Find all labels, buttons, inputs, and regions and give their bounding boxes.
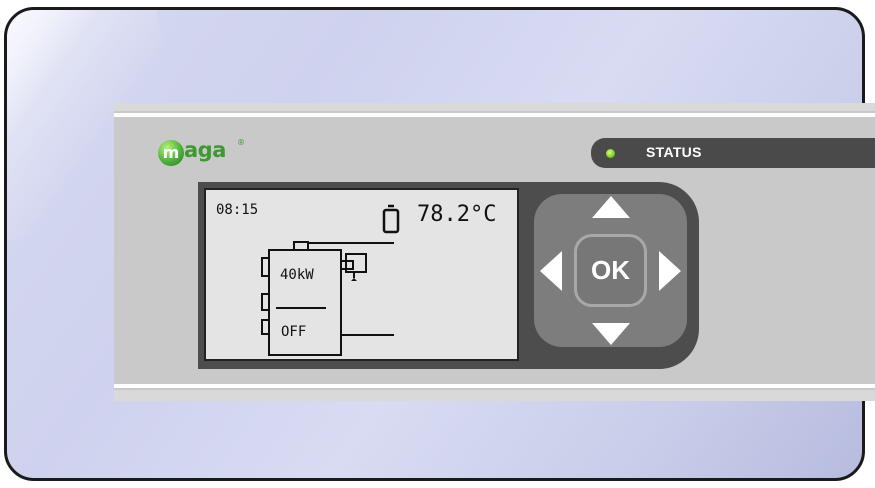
registered-mark: ® [237,138,245,147]
controller-panel: m aga ® STATUS 08:15 78.2°C 40kW OFF OK [114,103,875,401]
logo-initial: m [158,140,184,166]
boiler-state: OFF [281,324,307,340]
power-readout: 40kW [280,267,314,283]
clock-time: 08:15 [216,202,259,218]
logo-text: aga [184,138,226,162]
left-arrow-icon[interactable] [540,251,562,291]
status-led-icon [606,149,615,158]
status-indicator: STATUS [591,138,875,168]
temperature-readout: 78.2°C [417,202,497,227]
navigation-pad: OK [534,194,687,347]
top-divider [114,113,875,117]
down-arrow-icon[interactable] [592,323,630,345]
ok-button[interactable]: OK [574,234,647,307]
feeder-marker [351,278,357,281]
top-strip [114,103,875,111]
up-arrow-icon[interactable] [592,196,630,218]
control-console: 08:15 78.2°C 40kW OFF OK [198,182,699,369]
bottom-divider [114,384,875,388]
right-arrow-icon[interactable] [659,251,681,291]
status-label: STATUS [646,144,702,160]
thermometer-icon [382,204,400,234]
bottom-strip [114,390,875,401]
lcd-display: 08:15 78.2°C 40kW OFF [204,188,519,361]
